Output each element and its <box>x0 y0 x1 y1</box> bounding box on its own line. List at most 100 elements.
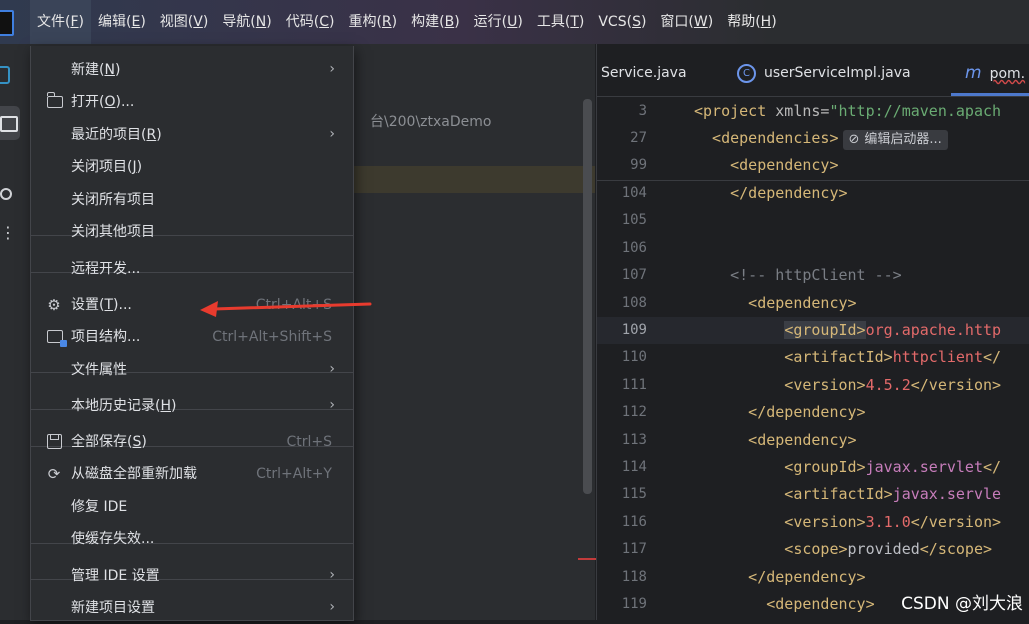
code-text: <dependency> <box>694 595 875 613</box>
code-line[interactable]: 118 </dependency> <box>597 564 1029 591</box>
code-line[interactable]: 117 <scope>provided</scope> <box>597 536 1029 563</box>
menu-item[interactable]: 重构(R) <box>341 0 404 44</box>
code-line[interactable]: 114 <groupId>javax.servlet</ <box>597 454 1029 481</box>
file-menu-item[interactable]: 本地历史记录(H) › <box>31 390 353 422</box>
line-number: 116 <box>621 513 647 530</box>
line-number: 105 <box>621 212 647 229</box>
submenu-chevron-icon: › <box>329 397 335 413</box>
tab-pom-xml[interactable]: m pom. <box>965 44 1025 96</box>
code-line[interactable]: 108 <dependency> <box>597 290 1029 317</box>
line-number: 115 <box>621 486 647 503</box>
file-menu-item[interactable]: 使缓存失效... <box>31 523 353 555</box>
menu-item[interactable]: 代码(C) <box>279 0 342 44</box>
file-menu-item[interactable]: 文件属性 › <box>31 354 353 386</box>
file-menu-item[interactable]: 关闭所有项目 <box>31 184 353 216</box>
active-tab-indicator <box>951 93 1029 96</box>
menu-item[interactable]: 窗口(W) <box>653 0 720 44</box>
menu-item[interactable]: 编辑(E) <box>91 0 153 44</box>
line-number: 111 <box>621 376 647 393</box>
code-line[interactable]: 110 <artifactId>httpclient</ <box>597 344 1029 371</box>
spring-leaf-icon: ⊘ <box>848 132 860 147</box>
file-menu-item[interactable]: 最近的项目(R) › <box>31 119 353 151</box>
commit-tool-icon[interactable] <box>0 184 22 206</box>
line-number: 113 <box>621 431 647 448</box>
menu-item[interactable]: 工具(T) <box>530 0 592 44</box>
code-line[interactable]: 116 <version>3.1.0</version> <box>597 509 1029 536</box>
code-text: <dependency> <box>694 293 857 312</box>
line-number: 27 <box>630 130 647 146</box>
code-line[interactable]: 99 <dependency> <box>597 152 1029 179</box>
code-text: <version>3.1.0</version> <box>694 512 1002 531</box>
file-menu-item[interactable]: 新建项目设置 › <box>31 592 353 624</box>
more-tools-icon[interactable]: ⋮ <box>0 225 22 250</box>
file-menu-item[interactable]: 关闭项目(J) <box>31 151 353 183</box>
code-line[interactable]: 27 <dependencies> ⊘ 编辑启动器... <box>597 125 1029 152</box>
code-text: <dependencies> ⊘ 编辑启动器... <box>694 125 948 152</box>
reload-icon: ⟳ <box>47 465 61 483</box>
menu-item-label: 项目结构... <box>71 329 141 345</box>
code-line[interactable]: 113 <dependency> <box>597 427 1029 454</box>
tab-label: Service.java <box>601 65 687 81</box>
code-text: </dependency> <box>694 403 866 422</box>
file-menu-item[interactable]: 管理 IDE 设置 › <box>31 560 353 592</box>
menu-item[interactable]: 构建(B) <box>404 0 467 44</box>
file-menu-item[interactable]: ⟳ 从磁盘全部重新加载 Ctrl+Alt+Y <box>31 458 353 490</box>
code-line[interactable]: 109 <groupId>org.apache.http <box>597 317 1029 344</box>
file-menu-item[interactable]: 项目结构... Ctrl+Alt+Shift+S <box>31 321 353 353</box>
edit-starters-hint[interactable]: ⊘ 编辑启动器... <box>842 130 948 150</box>
menu-item[interactable]: VCS(S) <box>591 0 653 44</box>
tab-userserviceimpl-java[interactable]: CuserServiceImpl.java <box>737 44 911 96</box>
submenu-chevron-icon: › <box>329 61 335 77</box>
file-menu-item[interactable]: 全部保存(S) Ctrl+S <box>31 426 353 458</box>
tab-service-java[interactable]: Service.java <box>601 44 687 96</box>
menu-item[interactable]: 运行(U) <box>467 0 530 44</box>
menu-item[interactable]: 视图(V) <box>153 0 216 44</box>
project-path: 台\200\ztxaDemo <box>370 114 492 130</box>
menu-item[interactable]: 帮助(H) <box>720 0 783 44</box>
code-text: <artifactId>httpclient</ <box>694 348 1002 367</box>
code-text: <project xmlns="http://maven.apach <box>694 102 1002 120</box>
file-menu-item[interactable]: 远程开发... <box>31 253 353 285</box>
line-number: 110 <box>621 349 647 366</box>
save-icon <box>47 434 62 449</box>
file-menu-item[interactable]: 打开(O)... <box>31 86 353 118</box>
file-menu-item[interactable]: 新建(N) › <box>31 54 353 86</box>
project-scrollbar[interactable] <box>583 99 592 494</box>
code-line[interactable]: 105 <box>597 207 1029 234</box>
editor-tabs: Service.java CuserServiceImpl.java m pom. <box>597 44 1029 97</box>
code-line[interactable]: 104 </dependency> <box>597 180 1029 207</box>
file-menu-item[interactable]: 关闭其他项目 <box>31 216 353 248</box>
code-line[interactable]: 106 <box>597 235 1029 262</box>
code-text: <groupId>org.apache.http <box>784 321 1002 339</box>
shortcut-hint: Ctrl+Alt+Y <box>256 466 332 482</box>
menu-item-label: 文件属性 <box>71 362 127 378</box>
sticky-scroll-header[interactable]: 3 <project xmlns="http://maven.apach 27 <d… <box>597 97 1029 181</box>
project-tool-icon[interactable] <box>0 64 22 86</box>
code-line[interactable]: 3 <project xmlns="http://maven.apach <box>597 98 1029 125</box>
folder-tool-icon[interactable] <box>0 106 20 140</box>
code-text: <groupId>javax.servlet</ <box>694 458 1002 476</box>
line-number: 108 <box>621 294 647 311</box>
menu-item-label: 设置(T)... <box>71 297 132 313</box>
submenu-chevron-icon: › <box>329 567 335 583</box>
menu-item[interactable]: 导航(N) <box>215 0 278 44</box>
submenu-chevron-icon: › <box>329 126 335 142</box>
shortcut-hint: Ctrl+S <box>286 434 332 450</box>
file-menu-item[interactable]: 修复 IDE <box>31 491 353 523</box>
code-line[interactable]: 112 </dependency> <box>597 399 1029 426</box>
menu-item-label: 关闭其他项目 <box>71 224 155 240</box>
code-line[interactable]: 111 <version>4.5.2</version> <box>597 372 1029 399</box>
menu-item-label: 修复 IDE <box>71 499 128 515</box>
code-text: <dependency> <box>694 430 857 449</box>
maven-icon: m <box>965 63 982 83</box>
menu-item[interactable]: 文件(F) <box>30 0 91 44</box>
project-structure-icon <box>47 330 67 347</box>
code-line[interactable]: 107 <!-- httpClient --> <box>597 262 1029 289</box>
menu-item-label: 本地历史记录(H) <box>71 398 177 414</box>
code-text: <dependency> <box>694 156 839 174</box>
main-menubar: 文件(F) 编辑(E) 视图(V) 导航(N) 代码(C) 重构(R) 构建(B) 运行(U)… <box>0 0 1029 44</box>
code-line[interactable]: 115 <artifactId>javax.servle <box>597 481 1029 508</box>
code-text: <version>4.5.2</version> <box>694 375 1002 394</box>
error-marker <box>578 558 596 560</box>
class-icon: C <box>737 64 756 83</box>
